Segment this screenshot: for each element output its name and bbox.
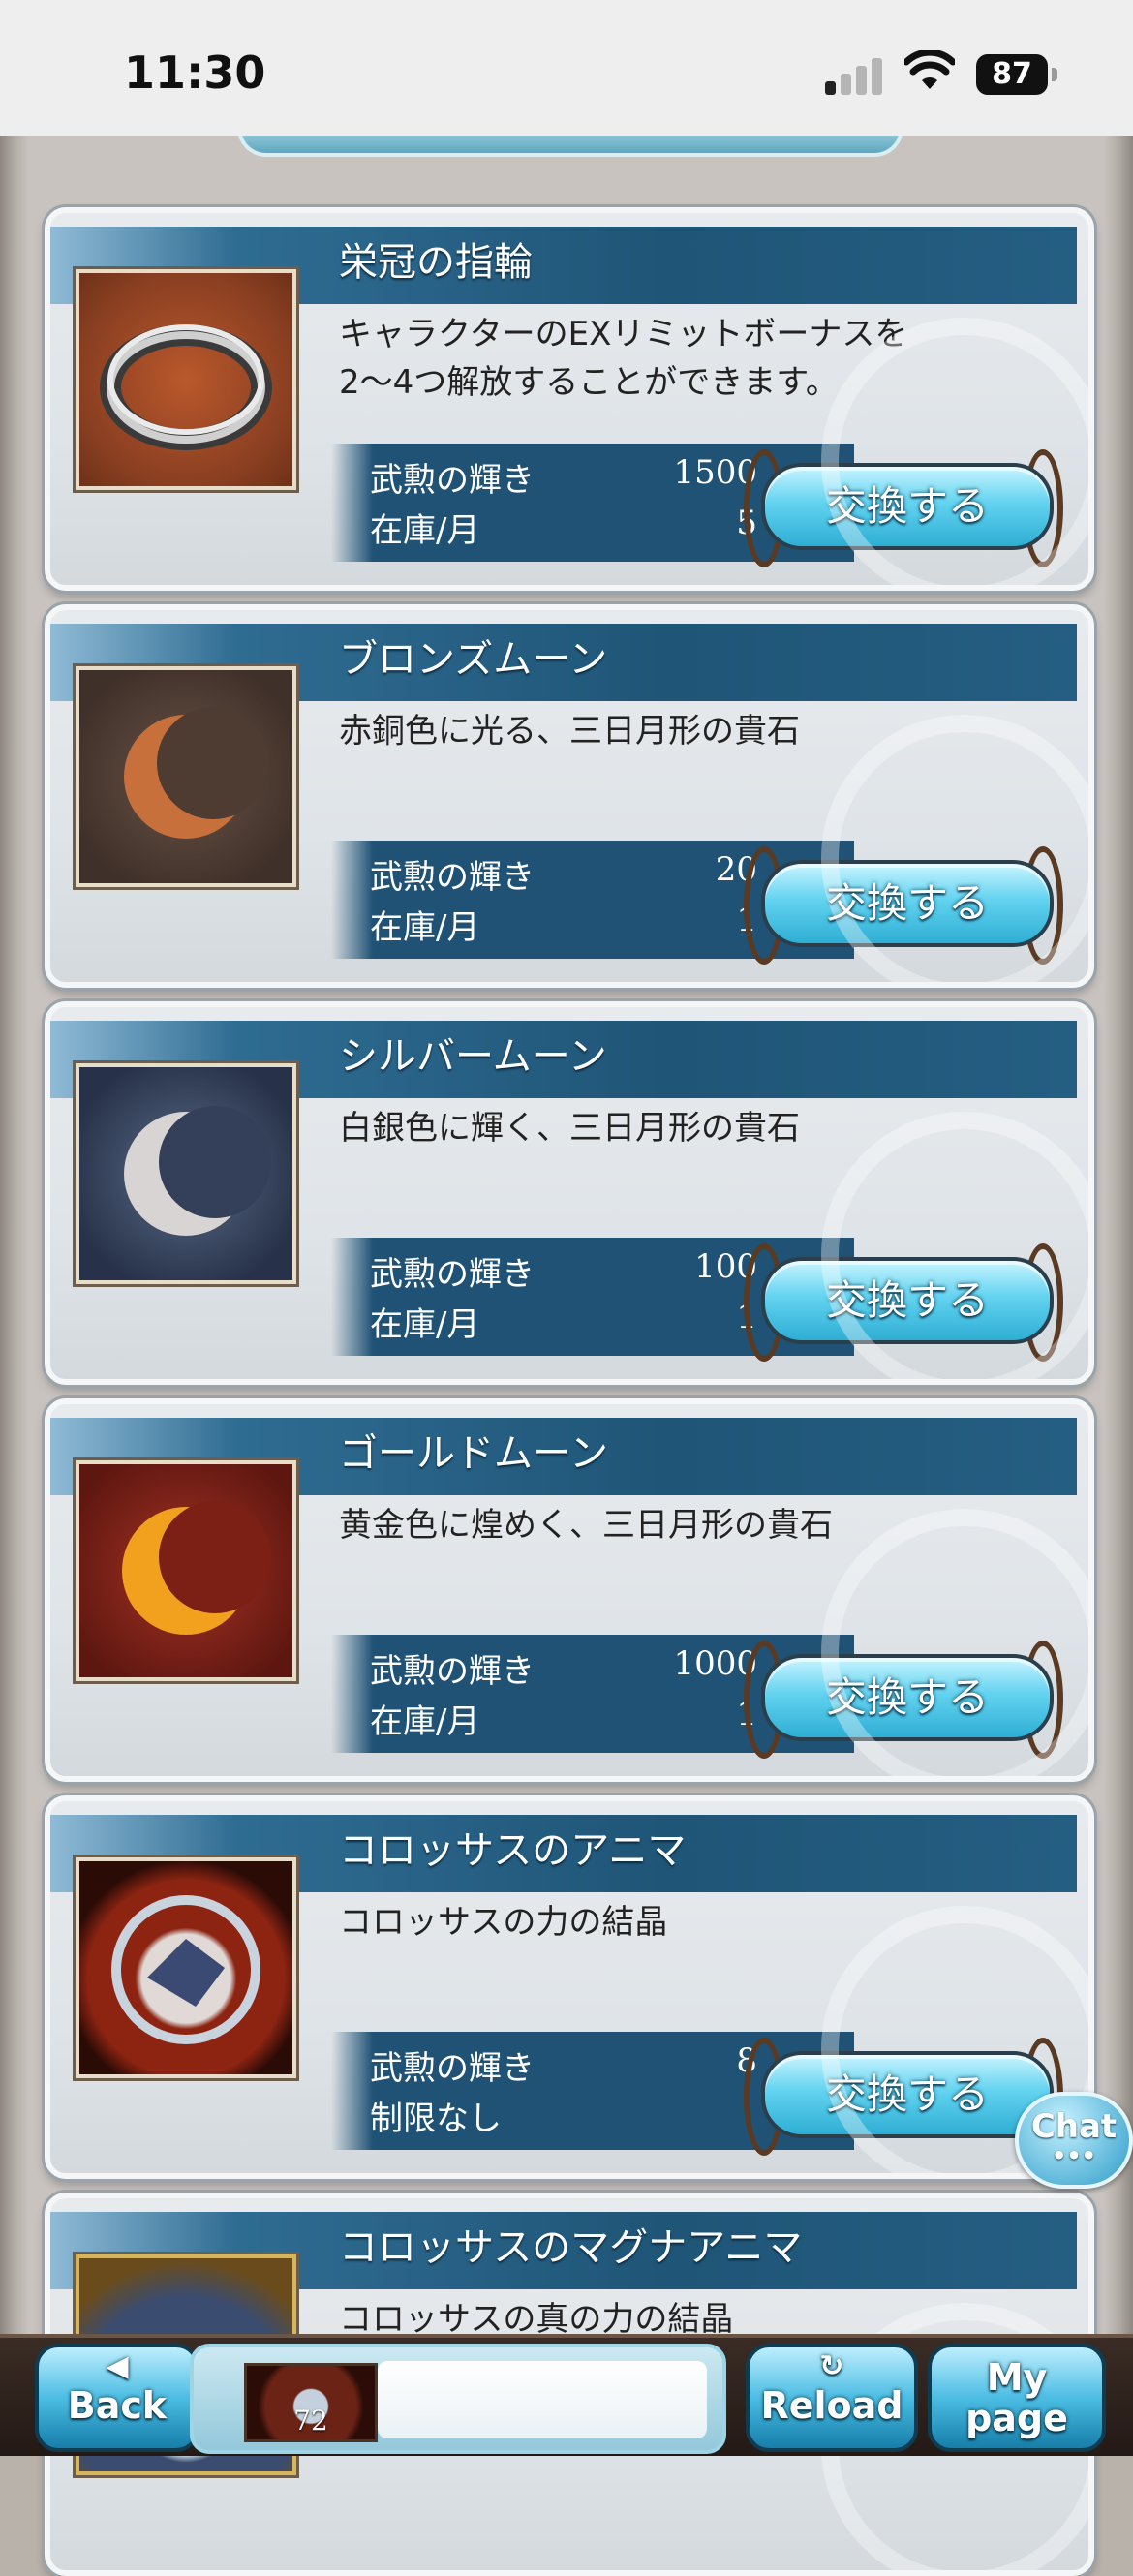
exchange-button-label: 交換する [761,1257,1054,1344]
battery-indicator: 87 [976,54,1048,95]
chat-label: Chat [1030,2107,1118,2146]
exchange-button-label: 交換する [761,2051,1054,2138]
chat-dots-icon: ••• [1051,2142,1097,2169]
item-description: 黄金色に煌めく、三日月形の貴石 [339,1506,833,1545]
mypage-label-line2: page [965,2397,1068,2439]
reload-label: Reload [760,2384,903,2427]
reload-button[interactable]: ↻ Reload [746,2344,918,2452]
avatar: 72 [244,2363,378,2442]
bronze-moon-icon [76,666,296,887]
stock-label: 制限なし [370,2100,502,2138]
cost-label: 武勲の輝き [370,1255,535,1294]
mypage-label-line1: My [986,2356,1048,2399]
item-name: コロッサスのマグナアニマ [339,2225,803,2270]
shop-item-card: ゴールドムーン 黄金色に煌めく、三日月形の貴石 武勲の輝き 1000 在庫/月 … [45,1398,1094,1782]
shop-item-card: 栄冠の指輪 キャラクターのEXリミットボーナスを 2〜4つ解放することができます… [45,207,1094,591]
item-description: 赤銅色に光る、三日月形の貴石 [339,712,800,751]
cellular-signal-icon [825,56,885,95]
profile-panel[interactable]: 72 [190,2344,726,2454]
chat-button[interactable]: Chat ••• [1015,2092,1133,2189]
bottom-nav: ◀ Back 72 ↻ Reload My page [0,2334,1133,2456]
item-name: コロッサスのアニマ [339,1828,687,1873]
battery-tip [1052,68,1057,81]
item-name: シルバームーン [339,1034,607,1079]
back-arrow-icon: ◀ [106,2349,129,2383]
status-time: 11:30 [124,46,266,99]
exchange-button[interactable]: 交換する [744,1243,1063,1362]
profile-info-area [378,2361,707,2438]
stock-label: 在庫/月 [370,1305,480,1344]
avatar-level: 72 [293,2405,328,2437]
exchange-button-label: 交換する [761,860,1054,947]
colossus-anima-icon [76,1857,296,2078]
status-bar: 11:30 87 [0,0,1133,136]
item-description: キャラクターのEXリミットボーナスを 2〜4つ解放することができます。 [339,315,908,402]
back-label: Back [67,2384,168,2427]
item-name: ブロンズムーン [339,637,608,682]
item-description: コロッサスの力の結晶 [339,1903,668,1942]
shop-item-card: シルバームーン 白銀色に輝く、三日月形の貴石 武勲の輝き 100 在庫/月 1 … [45,1001,1094,1385]
item-name: ゴールドムーン [339,1431,608,1476]
mypage-button[interactable]: My page [928,2344,1106,2452]
shop-item-card: ブロンズムーン 赤銅色に光る、三日月形の貴石 武勲の輝き 20 在庫/月 1 交… [45,604,1094,988]
exchange-button[interactable]: 交換する [744,1641,1063,1759]
exchange-button[interactable]: 交換する [744,449,1063,567]
stock-label: 在庫/月 [370,908,480,947]
ring-icon [76,269,296,490]
cost-label: 武勲の輝き [370,2049,535,2088]
exchange-button[interactable]: 交換する [744,846,1063,965]
item-description: 白銀色に輝く、三日月形の貴石 [339,1109,800,1148]
cost-label: 武勲の輝き [370,461,535,500]
exchange-button-label: 交換する [761,1654,1054,1741]
stock-label: 在庫/月 [370,511,480,550]
silver-moon-icon [76,1063,296,1284]
wifi-icon [904,50,955,89]
shop-item-card: コロッサスのアニマ コロッサスの力の結晶 武勲の輝き 8 制限なし 交換する [45,1795,1094,2179]
back-button[interactable]: ◀ Back [35,2344,199,2452]
item-name: 栄冠の指輪 [339,240,533,285]
exchange-button-label: 交換する [761,463,1054,550]
gold-moon-icon [76,1460,296,1681]
cost-label: 武勲の輝き [370,858,535,897]
reload-icon: ↻ [819,2349,844,2383]
cost-label: 武勲の輝き [370,1652,535,1691]
stock-label: 在庫/月 [370,1702,480,1741]
